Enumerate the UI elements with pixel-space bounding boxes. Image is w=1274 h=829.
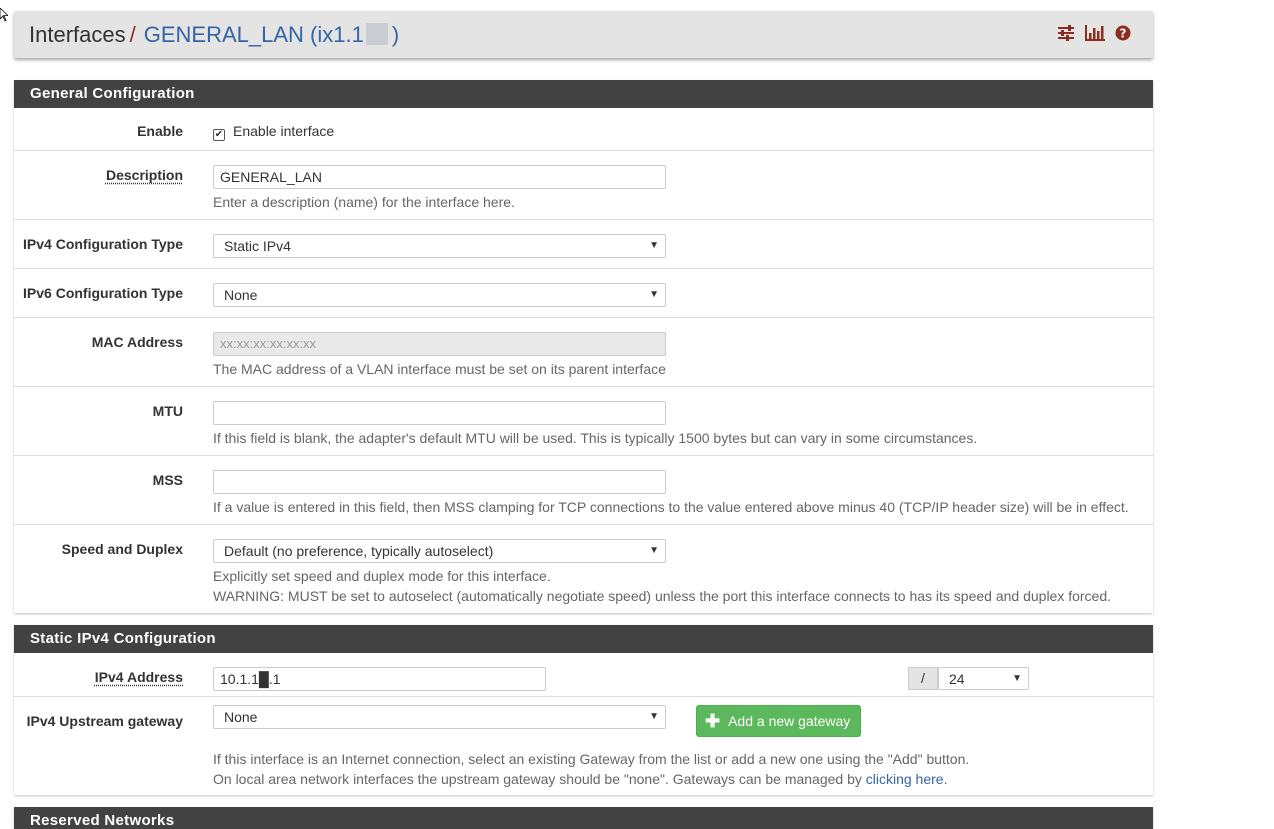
gateways-link[interactable]: clicking here <box>866 771 944 787</box>
breadcrumb-current: GENERAL_LAN (ix1.1) <box>143 22 400 47</box>
chevron-down-icon: ▼ <box>649 711 659 722</box>
bar-chart-icon[interactable] <box>1085 25 1105 41</box>
description-label[interactable]: Description <box>14 167 183 183</box>
mac-input: xx:xx:xx:xx:xx:xx <box>213 332 666 356</box>
ipv6-type-row: IPv6 Configuration Type None ▼ <box>14 269 1153 318</box>
redaction-mask <box>365 23 388 45</box>
speed-label: Speed and Duplex <box>61 541 183 557</box>
add-gateway-button[interactable]: ✚ Add a new gateway <box>696 705 862 737</box>
mss-input[interactable] <box>213 470 666 494</box>
sliders-icon[interactable] <box>1057 25 1075 41</box>
enable-row: Enable ✔ Enable interface <box>14 108 1153 151</box>
description-input[interactable]: GENERAL_LAN <box>213 165 666 189</box>
general-configuration-panel: General Configuration Enable ✔ Enable int… <box>14 80 1153 613</box>
svg-text:?: ? <box>1120 27 1127 41</box>
ipv4-address-label[interactable]: IPv4 Address <box>14 669 183 685</box>
ipv6-type-label: IPv6 Configuration Type <box>23 285 183 301</box>
mss-row: MSS If a value is entered in this field,… <box>14 456 1153 525</box>
mtu-row: MTU If this field is blank, the adapter'… <box>14 387 1153 456</box>
mss-help: If a value is entered in this field, the… <box>213 499 1129 515</box>
gateway-help: If this interface is an Internet connect… <box>213 751 970 767</box>
help-icon[interactable]: ? <box>1115 25 1131 41</box>
breadcrumb-root[interactable]: Interfaces <box>29 22 126 47</box>
ipv4-type-row: IPv4 Configuration Type Static IPv4 ▼ <box>14 220 1153 269</box>
plus-icon: ✚ <box>705 711 721 731</box>
description-row: Description GENERAL_LAN Enter a descript… <box>14 151 1153 220</box>
speed-select[interactable]: Default (no preference, typically autose… <box>213 539 666 563</box>
panel-heading: Reserved Networks <box>14 807 1153 829</box>
breadcrumb-separator: / <box>129 22 136 47</box>
mtu-help: If this field is blank, the adapter's de… <box>213 430 978 446</box>
mac-row: MAC Address xx:xx:xx:xx:xx:xx The MAC ad… <box>14 318 1153 387</box>
mouse-cursor-icon <box>0 8 8 22</box>
mac-label: MAC Address <box>91 334 183 350</box>
chevron-down-icon: ▼ <box>649 289 659 300</box>
breadcrumb: Interfaces / GENERAL_LAN (ix1.1) ? <box>14 11 1153 58</box>
reserved-networks-panel: Reserved Networks <box>14 807 1153 829</box>
chevron-down-icon: ▼ <box>1012 673 1022 684</box>
speed-help: Explicitly set speed and duplex mode for… <box>213 568 551 584</box>
mtu-input[interactable] <box>213 401 666 425</box>
mtu-label: MTU <box>152 403 183 419</box>
panel-heading: General Configuration <box>14 80 1153 108</box>
mac-help: The MAC address of a VLAN interface must… <box>213 361 666 377</box>
chevron-down-icon: ▼ <box>649 545 659 556</box>
enable-checkbox[interactable]: ✔ <box>213 129 225 141</box>
ipv4-gateway-label: IPv4 Upstream gateway <box>26 713 183 729</box>
mss-label: MSS <box>152 472 183 488</box>
static-ipv4-panel: Static IPv4 Configuration IPv4 Address 1… <box>14 625 1153 795</box>
ipv4-address-row: IPv4 Address 10.1.1█.1 / 24 ▼ <box>14 653 1153 697</box>
chevron-down-icon: ▼ <box>649 240 659 251</box>
description-help: Enter a description (name) for the inter… <box>213 194 515 210</box>
speed-row: Speed and Duplex Default (no preference,… <box>14 525 1153 613</box>
panel-heading: Static IPv4 Configuration <box>14 625 1153 653</box>
ipv4-type-select[interactable]: Static IPv4 ▼ <box>213 234 666 258</box>
subnet-slash: / <box>908 667 938 690</box>
gateway-help-2: On local area network interfaces the ups… <box>213 771 948 787</box>
ipv4-address-input[interactable]: 10.1.1█.1 <box>213 667 546 691</box>
subnet-prefix-select[interactable]: 24 ▼ <box>938 667 1029 690</box>
ipv4-type-label: IPv4 Configuration Type <box>23 236 183 252</box>
ipv4-gateway-row: IPv4 Upstream gateway None ▼ ✚ Add a new g… <box>14 697 1153 795</box>
enable-label: Enable <box>137 123 183 139</box>
ipv6-type-select[interactable]: None ▼ <box>213 283 666 307</box>
speed-warning: WARNING: MUST be set to autoselect (auto… <box>213 588 1112 604</box>
enable-checkbox-label[interactable]: Enable interface <box>233 123 334 139</box>
ipv4-gateway-select[interactable]: None ▼ <box>213 705 666 729</box>
